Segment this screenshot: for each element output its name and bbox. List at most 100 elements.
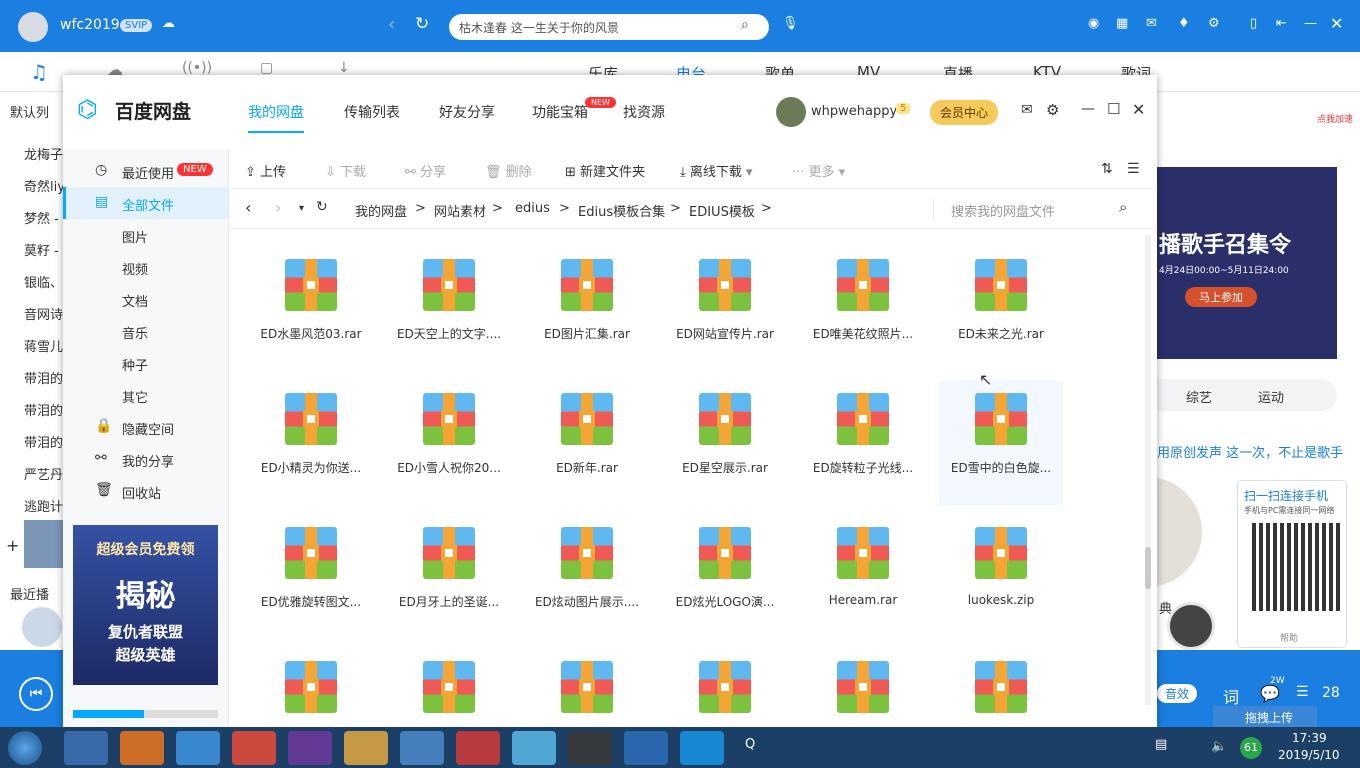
default-list-header[interactable]: 默认列	[10, 102, 49, 121]
breadcrumb-3[interactable]: Edius模板合集	[578, 201, 665, 220]
back-icon[interactable]: ‹	[245, 198, 251, 217]
promo-banner[interactable]: 播歌手召集令 4月24日00:00~5月11日24:00 马上参加	[1157, 167, 1337, 359]
history-dropdown-icon[interactable]: ▾	[299, 203, 304, 214]
playlist-item[interactable]: 音网诗	[24, 304, 63, 323]
tab-variety[interactable]: 综艺	[1186, 387, 1212, 406]
offline-download-button[interactable]: ⤓ 离线下载 ▾	[680, 161, 753, 180]
mail-icon[interactable]: ✉	[1146, 16, 1157, 31]
playlist-item[interactable]: 带泪的	[24, 400, 63, 419]
nav-toolbox[interactable]: 功能宝箱	[532, 102, 588, 122]
file-item[interactable]: luokesk.zip	[939, 515, 1063, 639]
radio-tab-icon[interactable]: ((•))	[182, 60, 212, 76]
mic-icon[interactable]: 🎙	[782, 16, 799, 31]
clock-time[interactable]: 17:39	[1292, 731, 1327, 745]
clock-date[interactable]: 2019/5/10	[1278, 748, 1340, 762]
taskbar-app-icon[interactable]	[512, 731, 556, 765]
refresh-icon[interactable]: ↻	[415, 14, 429, 34]
playlist-item[interactable]: 带泪的	[24, 368, 63, 387]
file-item[interactable]	[663, 649, 787, 727]
file-item[interactable]: ED新年.rar	[525, 381, 649, 505]
sidebar-item-category[interactable]: 其它	[63, 379, 228, 411]
music-search-input[interactable]: 枯木逢春 这一生关于你的风景	[459, 19, 619, 36]
breadcrumb-2[interactable]: edius	[515, 201, 550, 216]
download-tab-icon[interactable]: ↓	[338, 60, 350, 76]
share-button[interactable]: ⚯ 分享	[405, 161, 446, 180]
forward-icon[interactable]: ›	[275, 198, 281, 217]
refresh-icon[interactable]: ↻	[316, 199, 328, 215]
delete-button[interactable]: 🗑 删除	[485, 161, 532, 180]
upload-button[interactable]: ⇪ 上传	[245, 161, 286, 180]
file-item[interactable]: ED星空展示.rar	[663, 381, 787, 505]
file-item[interactable]: ED炫动图片展示....	[525, 515, 649, 639]
file-item[interactable]: ED水墨风范03.rar	[249, 247, 373, 371]
taskbar-app-icon[interactable]	[456, 731, 500, 765]
tab-sports[interactable]: 运动	[1258, 387, 1284, 406]
minimize-icon[interactable]: —	[1304, 16, 1317, 31]
taskbar-app-icon[interactable]	[344, 731, 388, 765]
mail-icon[interactable]: ✉	[1021, 102, 1033, 118]
minimize-icon[interactable]: —	[1081, 101, 1095, 117]
drag-upload-bar[interactable]: 拖拽上传	[1213, 706, 1317, 727]
volume-icon[interactable]: 🔈	[1211, 739, 1227, 754]
scrollbar-thumb[interactable]	[1145, 547, 1151, 589]
file-item[interactable]: ED旋转粒子光线...	[801, 381, 925, 505]
device-tab-icon[interactable]: ▢	[260, 60, 273, 76]
cloud-icon[interactable]: ☁	[162, 16, 175, 31]
breadcrumb-4[interactable]: EDIUS模板	[689, 201, 755, 220]
sidebar-ad-banner[interactable]: 超级会员免费领 揭秘 复仇者联盟 超级英雄	[73, 525, 218, 685]
sidebar-item-hidden-space[interactable]: 🔒 隐藏空间	[63, 411, 228, 443]
file-item[interactable]: ED小雪人祝你20...	[387, 381, 511, 505]
sidebar-item-recycle[interactable]: 🗑 回收站	[63, 475, 228, 507]
pan-search-input[interactable]: 搜索我的网盘文件	[951, 201, 1055, 220]
sidebar-item-category[interactable]: 文档	[63, 283, 228, 315]
file-item[interactable]: ED网站宣传片.rar	[663, 247, 787, 371]
file-item[interactable]: ED天空上的文字....	[387, 247, 511, 371]
sidebar-item-category[interactable]: 视频	[63, 251, 228, 283]
tray-network-icon[interactable]: ▤	[1155, 737, 1167, 752]
sidebar-item-recent[interactable]: ◷ 最近使用 NEW	[63, 155, 228, 187]
user-avatar[interactable]	[776, 97, 806, 127]
settings-icon[interactable]: ⚙	[1046, 101, 1059, 119]
avatar[interactable]	[18, 12, 48, 42]
sidebar-item-category[interactable]: 音乐	[63, 315, 228, 347]
speed-up-label[interactable]: 点我加速	[1317, 112, 1353, 125]
nav-transfer[interactable]: 传输列表	[344, 102, 400, 122]
maximize-icon[interactable]: ☐	[1107, 100, 1120, 118]
breadcrumb-1[interactable]: 网站素材	[434, 201, 486, 220]
file-item[interactable]: ED图片汇集.rar	[525, 247, 649, 371]
search-icon[interactable]: ⌕	[1119, 198, 1127, 216]
music-note-icon[interactable]: ♫	[30, 60, 48, 84]
music-username[interactable]: wfc2019	[60, 17, 120, 33]
grid-icon[interactable]: ▦	[1116, 16, 1128, 31]
taskbar-app-icon[interactable]	[64, 731, 108, 765]
prev-track-button[interactable]: ⏮	[19, 677, 53, 711]
scrollbar[interactable]	[1145, 235, 1151, 705]
add-list-icon[interactable]: +	[6, 536, 19, 555]
lyric-button[interactable]: 词	[1223, 684, 1239, 708]
tray-number-badge[interactable]: 61	[1240, 737, 1262, 759]
tray-qq-icon[interactable]: Q	[745, 737, 755, 752]
comment-icon[interactable]: 💬	[1260, 684, 1280, 703]
taskbar-app-icon[interactable]	[624, 731, 668, 765]
file-item[interactable]: ED雪中的白色旋...	[939, 381, 1063, 505]
collapse-icon[interactable]: ⇤	[1276, 16, 1287, 31]
playlist-item[interactable]: 莫籽 -	[24, 240, 63, 259]
close-icon[interactable]: ✕	[1132, 100, 1145, 119]
back-icon[interactable]: ‹	[388, 14, 395, 35]
taskbar-app-icon[interactable]	[120, 731, 164, 765]
file-item[interactable]: ED炫光LOGO演...	[663, 515, 787, 639]
sidebar-item-category[interactable]: 种子	[63, 347, 228, 379]
taskbar-app-icon[interactable]	[288, 731, 332, 765]
file-item[interactable]	[387, 649, 511, 727]
nav-find-resource[interactable]: 找资源	[623, 102, 665, 122]
file-item[interactable]	[525, 649, 649, 727]
taskbar-app-icon[interactable]	[680, 731, 724, 765]
radio-icon[interactable]: ◉	[1088, 16, 1099, 31]
close-icon[interactable]: ✕	[1330, 14, 1343, 33]
sound-effect-button[interactable]: 音效	[1157, 684, 1198, 703]
file-item[interactable]	[249, 649, 373, 727]
vip-center-button[interactable]: 会员中心	[930, 100, 999, 125]
playlist-item[interactable]: 带泪的	[24, 432, 63, 451]
nav-friend-share[interactable]: 好友分享	[439, 102, 495, 122]
playlist-item[interactable]: 严艺丹	[24, 464, 63, 483]
